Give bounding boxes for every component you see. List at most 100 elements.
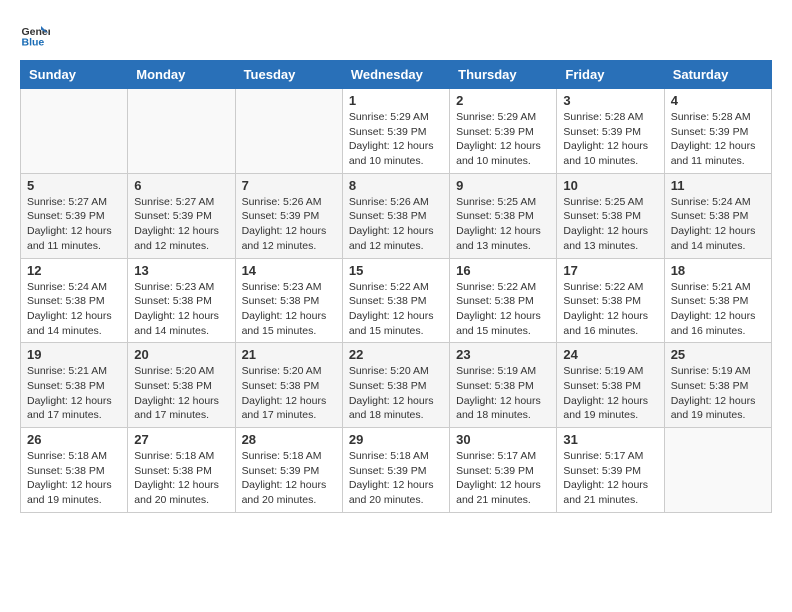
day-info: Sunrise: 5:20 AM Sunset: 5:38 PM Dayligh…	[242, 364, 336, 423]
calendar-cell: 3Sunrise: 5:28 AM Sunset: 5:39 PM Daylig…	[557, 89, 664, 174]
day-number: 8	[349, 178, 443, 193]
day-info: Sunrise: 5:19 AM Sunset: 5:38 PM Dayligh…	[671, 364, 765, 423]
day-number: 4	[671, 93, 765, 108]
day-number: 23	[456, 347, 550, 362]
day-info: Sunrise: 5:26 AM Sunset: 5:38 PM Dayligh…	[349, 195, 443, 254]
page-header: General Blue	[20, 20, 772, 50]
day-number: 18	[671, 263, 765, 278]
calendar-cell: 10 Sunrise: 5:25 AM Sunset: 5:38 PM Dayli…	[557, 173, 664, 258]
day-info: Sunrise: 5:18 AM Sunset: 5:39 PM Dayligh…	[349, 449, 443, 508]
day-number: 28	[242, 432, 336, 447]
calendar-cell: 13 Sunrise: 5:23 AM Sunset: 5:38 PM Dayli…	[128, 258, 235, 343]
day-number: 16	[456, 263, 550, 278]
calendar-week-row: 26 Sunrise: 5:18 AM Sunset: 5:38 PM Dayli…	[21, 428, 772, 513]
calendar-cell	[664, 428, 771, 513]
day-info: Sunrise: 5:20 AM Sunset: 5:38 PM Dayligh…	[134, 364, 228, 423]
calendar-cell: 19 Sunrise: 5:21 AM Sunset: 5:38 PM Dayli…	[21, 343, 128, 428]
day-number: 5	[27, 178, 121, 193]
logo-icon: General Blue	[20, 20, 50, 50]
day-number: 13	[134, 263, 228, 278]
calendar-cell	[128, 89, 235, 174]
day-info: Sunrise: 5:23 AM Sunset: 5:38 PM Dayligh…	[134, 280, 228, 339]
calendar-cell: 24Sunrise: 5:19 AM Sunset: 5:38 PM Dayli…	[557, 343, 664, 428]
svg-text:Blue: Blue	[22, 37, 45, 49]
day-number: 27	[134, 432, 228, 447]
calendar-header-row: SundayMondayTuesdayWednesdayThursdayFrid…	[21, 61, 772, 89]
calendar-cell: 15Sunrise: 5:22 AM Sunset: 5:38 PM Dayli…	[342, 258, 449, 343]
weekday-header: Sunday	[21, 61, 128, 89]
calendar-cell: 11 Sunrise: 5:24 AM Sunset: 5:38 PM Dayli…	[664, 173, 771, 258]
calendar-week-row: 19 Sunrise: 5:21 AM Sunset: 5:38 PM Dayli…	[21, 343, 772, 428]
day-info: Sunrise: 5:26 AM Sunset: 5:39 PM Dayligh…	[242, 195, 336, 254]
day-number: 10	[563, 178, 657, 193]
calendar-cell: 4Sunrise: 5:28 AM Sunset: 5:39 PM Daylig…	[664, 89, 771, 174]
weekday-header: Friday	[557, 61, 664, 89]
day-info: Sunrise: 5:29 AM Sunset: 5:39 PM Dayligh…	[349, 110, 443, 169]
day-number: 1	[349, 93, 443, 108]
day-info: Sunrise: 5:29 AM Sunset: 5:39 PM Dayligh…	[456, 110, 550, 169]
calendar-cell: 16Sunrise: 5:22 AM Sunset: 5:38 PM Dayli…	[450, 258, 557, 343]
calendar-cell: 9 Sunrise: 5:25 AM Sunset: 5:38 PM Daylig…	[450, 173, 557, 258]
day-info: Sunrise: 5:19 AM Sunset: 5:38 PM Dayligh…	[456, 364, 550, 423]
day-number: 19	[27, 347, 121, 362]
calendar-week-row: 12 Sunrise: 5:24 AM Sunset: 5:38 PM Dayli…	[21, 258, 772, 343]
day-info: Sunrise: 5:24 AM Sunset: 5:38 PM Dayligh…	[27, 280, 121, 339]
day-info: Sunrise: 5:21 AM Sunset: 5:38 PM Dayligh…	[671, 280, 765, 339]
calendar-cell: 7 Sunrise: 5:26 AM Sunset: 5:39 PM Daylig…	[235, 173, 342, 258]
calendar-week-row: 5 Sunrise: 5:27 AM Sunset: 5:39 PM Daylig…	[21, 173, 772, 258]
calendar-table: SundayMondayTuesdayWednesdayThursdayFrid…	[20, 60, 772, 513]
day-number: 3	[563, 93, 657, 108]
weekday-header: Wednesday	[342, 61, 449, 89]
calendar-cell: 22 Sunrise: 5:20 AM Sunset: 5:38 PM Dayli…	[342, 343, 449, 428]
day-info: Sunrise: 5:20 AM Sunset: 5:38 PM Dayligh…	[349, 364, 443, 423]
day-info: Sunrise: 5:18 AM Sunset: 5:38 PM Dayligh…	[27, 449, 121, 508]
day-number: 6	[134, 178, 228, 193]
calendar-cell	[235, 89, 342, 174]
calendar-cell	[21, 89, 128, 174]
day-number: 22	[349, 347, 443, 362]
calendar-cell: 8 Sunrise: 5:26 AM Sunset: 5:38 PM Daylig…	[342, 173, 449, 258]
day-info: Sunrise: 5:22 AM Sunset: 5:38 PM Dayligh…	[563, 280, 657, 339]
day-number: 24	[563, 347, 657, 362]
day-info: Sunrise: 5:18 AM Sunset: 5:38 PM Dayligh…	[134, 449, 228, 508]
day-info: Sunrise: 5:23 AM Sunset: 5:38 PM Dayligh…	[242, 280, 336, 339]
calendar-cell: 25 Sunrise: 5:19 AM Sunset: 5:38 PM Dayli…	[664, 343, 771, 428]
day-number: 30	[456, 432, 550, 447]
calendar-cell: 14Sunrise: 5:23 AM Sunset: 5:38 PM Dayli…	[235, 258, 342, 343]
day-info: Sunrise: 5:17 AM Sunset: 5:39 PM Dayligh…	[456, 449, 550, 508]
calendar-cell: 29Sunrise: 5:18 AM Sunset: 5:39 PM Dayli…	[342, 428, 449, 513]
calendar-cell: 23 Sunrise: 5:19 AM Sunset: 5:38 PM Dayli…	[450, 343, 557, 428]
day-info: Sunrise: 5:17 AM Sunset: 5:39 PM Dayligh…	[563, 449, 657, 508]
calendar-cell: 17 Sunrise: 5:22 AM Sunset: 5:38 PM Dayli…	[557, 258, 664, 343]
calendar-cell: 5 Sunrise: 5:27 AM Sunset: 5:39 PM Daylig…	[21, 173, 128, 258]
day-number: 11	[671, 178, 765, 193]
day-number: 31	[563, 432, 657, 447]
day-number: 12	[27, 263, 121, 278]
day-number: 20	[134, 347, 228, 362]
day-number: 7	[242, 178, 336, 193]
day-number: 26	[27, 432, 121, 447]
weekday-header: Monday	[128, 61, 235, 89]
day-info: Sunrise: 5:21 AM Sunset: 5:38 PM Dayligh…	[27, 364, 121, 423]
logo: General Blue	[20, 20, 54, 50]
calendar-cell: 6Sunrise: 5:27 AM Sunset: 5:39 PM Daylig…	[128, 173, 235, 258]
day-info: Sunrise: 5:18 AM Sunset: 5:39 PM Dayligh…	[242, 449, 336, 508]
calendar-cell: 26 Sunrise: 5:18 AM Sunset: 5:38 PM Dayli…	[21, 428, 128, 513]
day-info: Sunrise: 5:24 AM Sunset: 5:38 PM Dayligh…	[671, 195, 765, 254]
day-info: Sunrise: 5:25 AM Sunset: 5:38 PM Dayligh…	[456, 195, 550, 254]
calendar-cell: 21Sunrise: 5:20 AM Sunset: 5:38 PM Dayli…	[235, 343, 342, 428]
day-info: Sunrise: 5:27 AM Sunset: 5:39 PM Dayligh…	[27, 195, 121, 254]
calendar-cell: 18 Sunrise: 5:21 AM Sunset: 5:38 PM Dayli…	[664, 258, 771, 343]
day-info: Sunrise: 5:22 AM Sunset: 5:38 PM Dayligh…	[349, 280, 443, 339]
weekday-header: Tuesday	[235, 61, 342, 89]
day-info: Sunrise: 5:25 AM Sunset: 5:38 PM Dayligh…	[563, 195, 657, 254]
calendar-cell: 28 Sunrise: 5:18 AM Sunset: 5:39 PM Dayli…	[235, 428, 342, 513]
day-number: 9	[456, 178, 550, 193]
day-number: 17	[563, 263, 657, 278]
weekday-header: Thursday	[450, 61, 557, 89]
calendar-cell: 20 Sunrise: 5:20 AM Sunset: 5:38 PM Dayli…	[128, 343, 235, 428]
day-number: 25	[671, 347, 765, 362]
calendar-week-row: 1 Sunrise: 5:29 AM Sunset: 5:39 PM Daylig…	[21, 89, 772, 174]
calendar-cell: 12 Sunrise: 5:24 AM Sunset: 5:38 PM Dayli…	[21, 258, 128, 343]
weekday-header: Saturday	[664, 61, 771, 89]
